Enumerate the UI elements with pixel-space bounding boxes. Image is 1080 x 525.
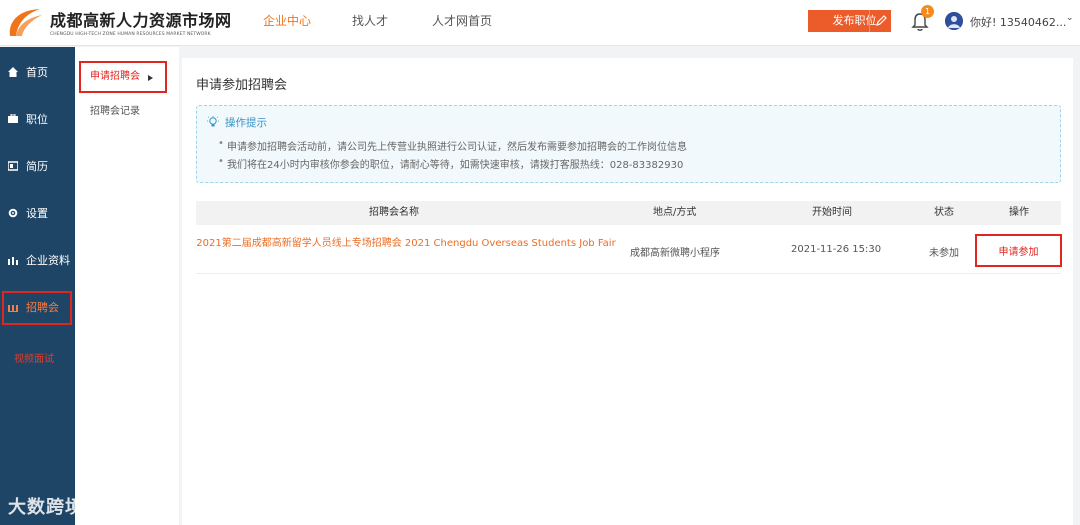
subnav-label: 招聘会记录 xyxy=(90,106,140,117)
nav-talent-home[interactable]: 人才网首页 xyxy=(432,0,492,46)
tip-item: 我们将在24小时内审核你参会的职位，请耐心等待，如需快速审核，请拨打客服热线：0… xyxy=(218,156,683,171)
logo-swoosh-icon xyxy=(9,9,42,36)
tips-heading: 操作提示 xyxy=(207,115,267,130)
lightbulb-icon xyxy=(207,116,219,127)
column-header-start-time: 开始时间 xyxy=(812,207,852,218)
sidebar-item-label: 企业资料 xyxy=(26,254,70,267)
user-greeting[interactable]: 你好! 13540462... xyxy=(970,14,1066,30)
caret-right-icon xyxy=(148,75,153,81)
sidebar-item-settings[interactable]: 设置 xyxy=(0,202,75,226)
column-header-location: 地点/方式 xyxy=(653,207,697,218)
avatar[interactable] xyxy=(945,12,963,30)
sidebar-item-resume[interactable]: 简历 xyxy=(0,155,75,179)
sidebar-item-label: 首页 xyxy=(26,66,48,79)
table-row: 2021第二届成都高新留学人员线上专场招聘会 2021 Chengdu Over… xyxy=(196,226,1062,274)
job-fair-status: 未参加 xyxy=(929,248,959,259)
edit-icon xyxy=(869,10,891,32)
table-header: 招聘会名称 地点/方式 开始时间 状态 操作 xyxy=(196,201,1061,225)
column-header-action: 操作 xyxy=(1009,207,1029,218)
sidebar-item-company-info[interactable]: 企业资料 xyxy=(0,249,75,273)
sidebar-item-home[interactable]: 首页 xyxy=(0,61,75,85)
site-logo[interactable]: 成都高新人力资源市场网 CHENGDU HIGH-TECH ZONE HUMAN… xyxy=(6,4,231,42)
tips-heading-text: 操作提示 xyxy=(225,117,267,129)
logo-subtitle: CHENGDU HIGH-TECH ZONE HUMAN RESOURCES M… xyxy=(50,32,211,37)
chart-icon xyxy=(8,305,18,312)
tips-box: 操作提示 申请参加招聘会活动前，请公司先上传营业执照进行公司认证，然后发布需要参… xyxy=(196,105,1061,183)
subnav-label: 申请招聘会 xyxy=(90,71,140,82)
job-fair-name-link[interactable]: 2021第二届成都高新留学人员线上专场招聘会 2021 Chengdu Over… xyxy=(196,237,616,250)
sidebar: 首页 职位 简历 设置 企业资料 招聘会 视频面试 xyxy=(0,47,75,525)
subnav-apply-job-fair[interactable]: 申请招聘会 xyxy=(79,61,167,93)
watermark-logo: 大数跨境 xyxy=(8,493,84,519)
job-fair-location: 成都高新微聘小程序 xyxy=(630,248,720,259)
column-header-status: 状态 xyxy=(934,207,954,218)
gear-icon xyxy=(8,208,18,218)
column-header-name: 招聘会名称 xyxy=(369,207,419,218)
apply-button[interactable]: 申请参加 xyxy=(975,234,1062,267)
chevron-down-icon[interactable]: ⌄ xyxy=(1066,13,1074,23)
logo-title: 成都高新人力资源市场网 xyxy=(50,11,232,30)
watermark-text: 大数跨境 xyxy=(8,497,84,518)
tip-item: 申请参加招聘会活动前，请公司先上传营业执照进行公司认证，然后发布需要参加招聘会的… xyxy=(218,138,687,153)
nav-enterprise-center[interactable]: 企业中心 xyxy=(263,0,311,46)
home-icon xyxy=(8,67,18,77)
sidebar-item-label: 设置 xyxy=(26,207,48,220)
sidebar-item-label: 简历 xyxy=(26,160,48,173)
publish-job-button[interactable]: 发布职位 xyxy=(808,10,891,32)
sidebar-item-jobs[interactable]: 职位 xyxy=(0,108,75,132)
chart-icon xyxy=(8,257,18,265)
main-panel: 申请参加招聘会 操作提示 申请参加招聘会活动前，请公司先上传营业执照进行公司认证… xyxy=(182,58,1073,525)
sidebar-item-label: 招聘会 xyxy=(26,301,59,314)
nav-find-talent[interactable]: 找人才 xyxy=(352,0,388,46)
resume-icon xyxy=(8,161,18,171)
briefcase-icon xyxy=(8,114,18,123)
sidebar-item-job-fair[interactable]: 招聘会 xyxy=(2,291,72,325)
video-interview-link[interactable]: 视频面试 xyxy=(14,350,54,365)
subnav-job-fair-records[interactable]: 招聘会记录 xyxy=(79,96,167,128)
page-title: 申请参加招聘会 xyxy=(196,78,288,93)
sub-navigation: 申请招聘会 招聘会记录 xyxy=(75,47,179,525)
top-header: 成都高新人力资源市场网 CHENGDU HIGH-TECH ZONE HUMAN… xyxy=(0,0,1080,46)
sidebar-item-label: 职位 xyxy=(26,113,48,126)
notification-badge: 1 xyxy=(921,5,934,18)
job-fair-start-time: 2021-11-26 15:30 xyxy=(791,244,882,255)
